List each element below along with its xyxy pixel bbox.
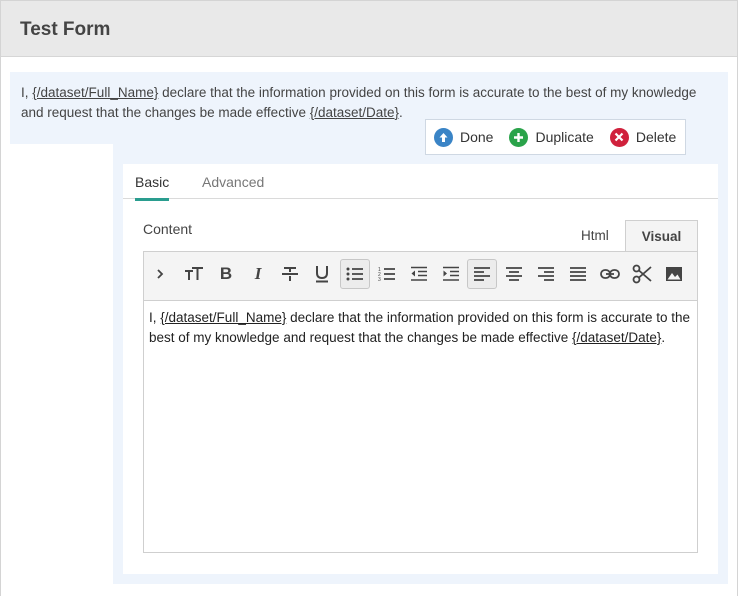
editor-tabs: Basic Advanced <box>123 168 718 201</box>
content-editor[interactable]: I, {/dataset/Full_Name} declare that the… <box>143 300 698 553</box>
underline-icon[interactable] <box>307 259 337 289</box>
done-button[interactable]: Done <box>434 127 494 147</box>
chevron-right-icon[interactable] <box>145 259 175 289</box>
tab-basic[interactable]: Basic <box>135 174 170 201</box>
italic-icon[interactable]: I <box>243 259 273 289</box>
tab-html[interactable]: Html <box>581 228 609 243</box>
cut-icon[interactable] <box>627 259 657 289</box>
align-center-icon[interactable] <box>499 259 529 289</box>
editor-text-part: . <box>661 330 666 345</box>
justify-icon[interactable] <box>563 259 593 289</box>
preview-text: I, {/dataset/Full_Name} declare that the… <box>21 83 701 123</box>
duplicate-label: Duplicate <box>535 129 594 145</box>
content-label: Content <box>143 221 193 237</box>
done-label: Done <box>460 129 494 145</box>
arrow-up-icon <box>434 127 453 147</box>
text-size-icon[interactable] <box>179 259 209 289</box>
align-right-icon[interactable] <box>531 259 561 289</box>
editor-text: I, {/dataset/Full_Name} declare that the… <box>149 308 694 348</box>
close-icon <box>609 127 629 147</box>
editor-text-part: I, <box>149 310 161 325</box>
preview-text-part: I, <box>21 85 33 100</box>
form-title: Test Form <box>20 19 111 40</box>
form-header: Test Form <box>1 0 737 57</box>
editor-variable-date: {/dataset/Date} <box>572 330 662 345</box>
tab-advanced[interactable]: Advanced <box>202 174 264 198</box>
preview-text-part: . <box>399 105 403 120</box>
bold-icon[interactable]: B <box>211 259 241 289</box>
block-action-bar: Done Duplicate Delete <box>425 119 686 155</box>
delete-button[interactable]: Delete <box>609 127 677 147</box>
page: Test Form I, {/dataset/Full_Name} declar… <box>0 0 738 596</box>
outdent-icon[interactable] <box>404 259 434 289</box>
rich-text-toolbar: B I 123 <box>143 251 698 301</box>
preview-variable-full-name: {/dataset/Full_Name} <box>32 85 159 100</box>
delete-label: Delete <box>635 129 677 145</box>
plus-icon <box>509 127 529 147</box>
numbered-list-icon[interactable]: 123 <box>372 259 402 289</box>
strikethrough-icon[interactable] <box>275 259 305 289</box>
svg-text:3: 3 <box>378 277 381 282</box>
indent-icon[interactable] <box>436 259 466 289</box>
preview-variable-date: {/dataset/Date} <box>309 105 400 120</box>
link-icon[interactable] <box>595 259 625 289</box>
align-left-icon[interactable] <box>467 259 497 289</box>
tab-visual[interactable]: Visual <box>625 220 698 252</box>
editor-variable-full-name: {/dataset/Full_Name} <box>160 310 287 325</box>
bulleted-list-icon[interactable] <box>340 259 370 289</box>
image-icon[interactable] <box>659 259 689 289</box>
duplicate-button[interactable]: Duplicate <box>509 127 594 147</box>
